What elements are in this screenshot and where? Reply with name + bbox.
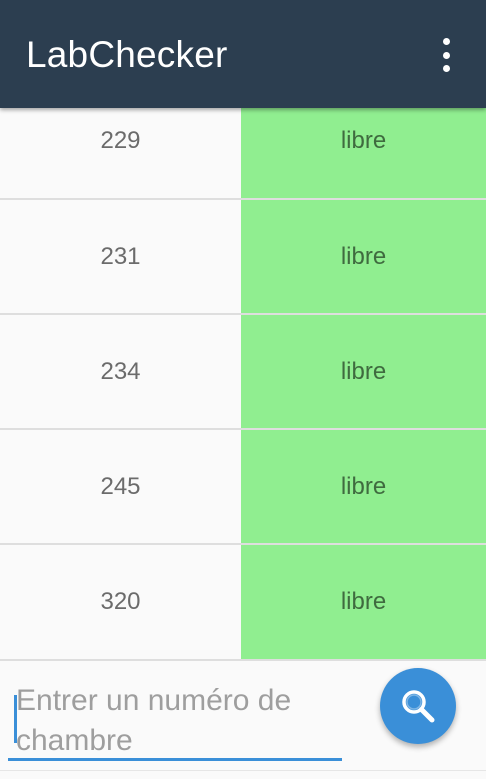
room-number: 231 <box>0 200 241 313</box>
menu-dot <box>442 65 450 72</box>
overflow-menu-icon[interactable] <box>436 38 456 72</box>
room-status: libre <box>241 430 486 543</box>
list-item[interactable]: 231 libre <box>0 200 486 315</box>
room-number: 245 <box>0 430 241 543</box>
bottom-edge <box>0 770 486 779</box>
search-placeholder: Entrer un numéro de chambre <box>16 684 292 757</box>
room-status: libre <box>241 108 486 198</box>
search-icon <box>402 690 435 723</box>
menu-dot <box>442 51 450 59</box>
room-status: libre <box>241 200 486 313</box>
app-window: LabChecker 229 libre 231 libre 234 libre… <box>0 0 486 779</box>
app-title: LabChecker <box>26 34 228 75</box>
room-status: libre <box>241 545 486 659</box>
room-number: 234 <box>0 315 241 428</box>
menu-dot <box>442 38 450 45</box>
list-item[interactable]: 229 libre <box>0 108 486 200</box>
room-number: 229 <box>0 108 241 198</box>
room-status: libre <box>241 315 486 428</box>
room-list[interactable]: 229 libre 231 libre 234 libre 245 libre … <box>0 108 486 661</box>
list-item[interactable]: 234 libre <box>0 315 486 430</box>
app-toolbar: LabChecker <box>0 0 486 108</box>
room-number: 320 <box>0 545 241 659</box>
search-bar: Entrer un numéro de chambre <box>0 661 486 779</box>
list-item[interactable]: 320 libre <box>0 545 486 661</box>
search-button[interactable] <box>380 668 456 744</box>
list-item[interactable]: 245 libre <box>0 430 486 545</box>
room-number-input[interactable]: Entrer un numéro de chambre <box>8 673 342 761</box>
